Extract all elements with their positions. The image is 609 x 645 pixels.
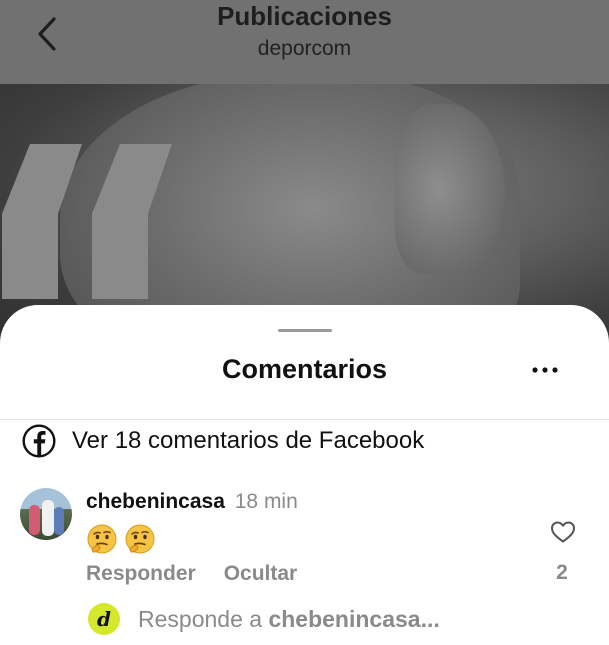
- reply-button[interactable]: Responder: [86, 562, 196, 585]
- divider: [0, 419, 609, 420]
- reply-placeholder-prefix: Responde a: [138, 606, 263, 632]
- comment-username[interactable]: chebenincasa: [86, 490, 225, 513]
- avatar-figure: [42, 500, 54, 536]
- page-title: Publicaciones: [217, 1, 392, 31]
- comments-sheet: Comentarios Ver 18 comentarios de Facebo…: [0, 305, 609, 645]
- hide-button[interactable]: Ocultar: [224, 562, 298, 585]
- comment-body: [86, 523, 156, 555]
- post-image-profile: [395, 104, 505, 274]
- avatar[interactable]: [20, 488, 72, 540]
- comment-actions: Responder Ocultar: [86, 562, 297, 586]
- comments-title: Comentarios: [221, 354, 388, 384]
- thinking-face-emoji-icon: [87, 524, 117, 554]
- avatar-figure: [54, 507, 64, 535]
- thinking-face-emoji-icon: [125, 524, 155, 554]
- reply-avatar: d: [88, 603, 120, 635]
- facebook-comments-label: Ver 18 comentarios de Facebook: [72, 427, 425, 454]
- top-navigation-bar: Publicaciones deporcom: [0, 0, 609, 84]
- reply-input[interactable]: Responde a chebenincasa...: [138, 604, 440, 634]
- heart-icon[interactable]: [550, 520, 576, 544]
- page-subtitle: deporcom: [257, 37, 352, 60]
- sheet-grabber[interactable]: [278, 329, 332, 332]
- reply-placeholder-user: chebenincasa...: [268, 606, 440, 632]
- facebook-comments-link[interactable]: Ver 18 comentarios de Facebook: [22, 423, 424, 459]
- comment-timestamp: 18 min: [234, 490, 298, 513]
- comment-header: chebenincasa 18 min: [86, 489, 298, 515]
- avatar-figure: [29, 505, 40, 535]
- facebook-icon: [22, 424, 56, 458]
- more-options-icon[interactable]: [531, 365, 559, 375]
- like-count: 2: [556, 561, 568, 584]
